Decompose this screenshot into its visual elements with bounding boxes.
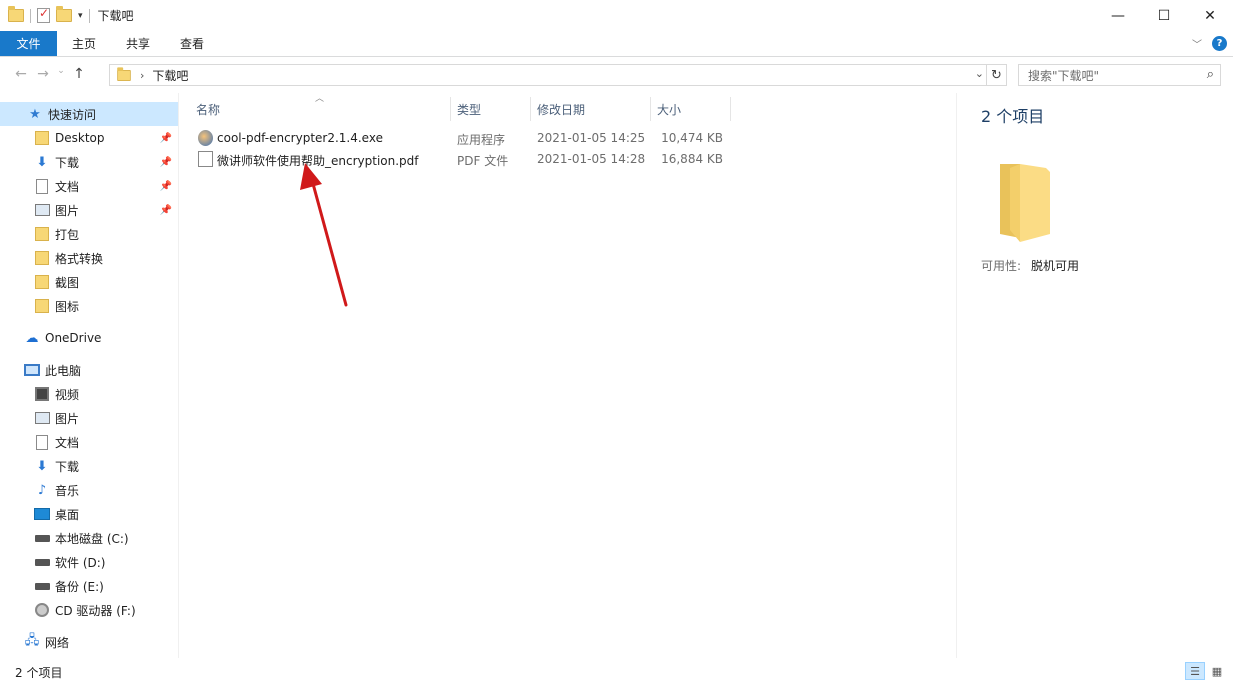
availability-label: 可用性:: [981, 259, 1022, 273]
details-item-count: 2 个项目: [981, 107, 1045, 126]
details-view-icon[interactable]: ☰: [1185, 662, 1205, 680]
annotation-arrow: [300, 163, 348, 307]
large-icons-view-icon[interactable]: ▦: [1207, 662, 1227, 680]
folder-preview-icon: [1000, 164, 1050, 242]
availability-value: 脱机可用: [1031, 259, 1080, 273]
details-pane-splitter[interactable]: [956, 93, 957, 658]
status-item-count: 2 个项目: [15, 666, 63, 680]
view-toggle: ☰ ▦: [1185, 662, 1227, 680]
status-bar: 2 个项目 ☰ ▦: [0, 658, 1233, 684]
